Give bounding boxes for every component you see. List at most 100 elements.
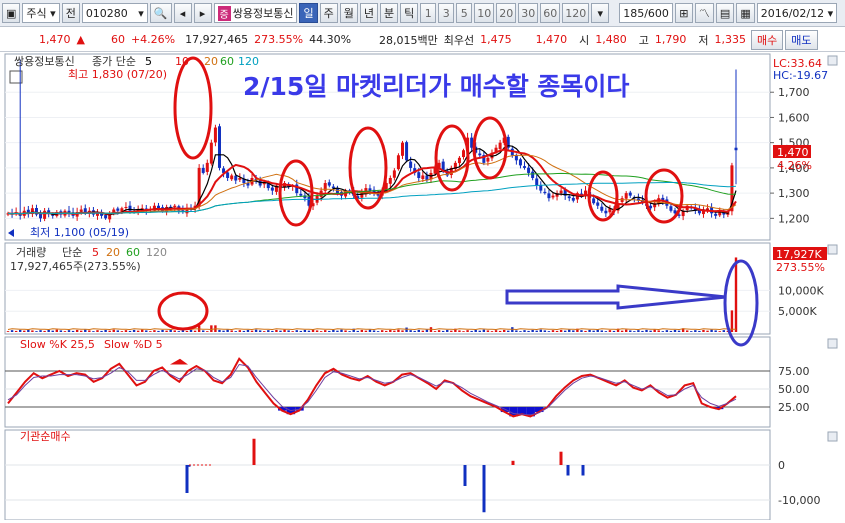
period-tab-tick[interactable]: 틱 <box>400 3 419 23</box>
period-tab-week[interactable]: 주 <box>319 3 338 23</box>
volume-bar <box>462 331 465 332</box>
price-y-tick-label: 1,600 <box>778 111 810 124</box>
volume-bar <box>210 325 213 332</box>
interval-120[interactable]: 120 <box>562 3 590 23</box>
volume-bar <box>324 330 327 332</box>
volume-bar <box>254 329 258 332</box>
candle-body <box>388 177 392 184</box>
date-input[interactable]: 2016/02/12 ▾ <box>756 3 838 23</box>
volume-bar <box>645 329 648 332</box>
low-label: 저 <box>698 33 709 47</box>
fit-icon[interactable]: ⊞ <box>674 3 693 23</box>
interval-1[interactable]: 1 <box>420 3 437 23</box>
candle-body <box>567 196 571 199</box>
period-tab-year[interactable]: 년 <box>359 3 378 23</box>
volume-ma-line <box>7 328 737 331</box>
priority-label: 최우선 <box>443 33 475 47</box>
volume-bar <box>389 329 392 332</box>
volume-bar <box>633 331 636 332</box>
search-icon[interactable]: 🔍 <box>149 3 172 23</box>
chart-area[interactable]: 1,200 1,300 1,400 1,500 1,600 1,700 5,000K 10,0… <box>0 53 845 521</box>
volume-bar <box>185 330 189 332</box>
window-icon[interactable]: ▣ <box>2 3 21 23</box>
period-tab-minute[interactable]: 분 <box>379 3 399 23</box>
next-stock-icon[interactable]: ▸ <box>193 3 212 23</box>
candle-body <box>547 193 551 199</box>
candle-body <box>209 142 213 164</box>
price-change-pct: +4.26% <box>130 33 176 46</box>
volume-bar <box>624 329 628 332</box>
interval-10[interactable]: 10 <box>474 3 495 23</box>
volume-bar <box>161 329 164 332</box>
volume-bar <box>657 330 660 332</box>
interval-60[interactable]: 60 <box>540 3 561 23</box>
view-toggle-button[interactable]: 전 <box>61 3 80 23</box>
volume-bar <box>47 329 50 332</box>
save-icon[interactable]: ▤ <box>715 3 735 23</box>
volume-bar <box>51 330 54 332</box>
candle-body <box>270 187 274 191</box>
market-select[interactable]: 주식 ▾ <box>22 3 60 23</box>
volume-bar <box>563 330 567 332</box>
inst-bar <box>185 465 189 493</box>
volume-bar <box>84 329 87 332</box>
volume-bar <box>39 330 42 332</box>
candle-body <box>628 192 632 196</box>
stock-code-input[interactable]: 010280 ▾ <box>81 3 148 23</box>
volume-bar <box>295 330 298 332</box>
current-price-tag-label: 1,470 <box>777 146 809 159</box>
volume-bar <box>698 330 701 332</box>
candle-body <box>417 172 421 178</box>
interval-dropdown[interactable]: ▾ <box>591 3 610 23</box>
volume-bar <box>149 331 152 332</box>
chart-toolbar: ▣ 주식 ▾ 전 010280 ▾ 🔍 ◂ ▸ 증 쌍용정보통신 일 주 월 년 분… <box>0 0 845 27</box>
volume-bar <box>267 330 270 332</box>
volume-ratio: 273.55% <box>254 33 304 46</box>
inst-bar <box>581 465 585 476</box>
volume-bar <box>31 330 34 332</box>
volume-bar <box>59 330 63 332</box>
stoch-pane-title-d: Slow %D 5 <box>104 338 163 351</box>
volume-bar <box>572 330 575 332</box>
volume-bar <box>35 331 38 332</box>
candle-body <box>173 205 177 207</box>
interval-20[interactable]: 20 <box>496 3 517 23</box>
lock-icon[interactable]: ▦ <box>736 3 755 23</box>
indicator-icon[interactable]: 〽 <box>694 3 714 23</box>
pane-close-icon <box>827 55 838 66</box>
volume-bar <box>531 329 534 332</box>
volume-bar <box>75 329 79 332</box>
volume-bar <box>734 257 738 332</box>
candle-body <box>217 126 221 168</box>
volume-bar <box>527 330 530 332</box>
candle-body <box>226 172 230 178</box>
candle-body <box>571 197 575 201</box>
stock-name-box: 증 쌍용정보통신 <box>213 3 298 23</box>
ma-legend-20: 20 <box>204 55 218 68</box>
candle-body <box>401 142 405 156</box>
volume-bar <box>88 330 91 332</box>
volume-bar <box>128 330 132 332</box>
volume-bar <box>92 331 95 332</box>
volume-bar <box>246 329 250 332</box>
buy-button[interactable]: 매수 <box>751 29 784 50</box>
prev-stock-icon[interactable]: ◂ <box>173 3 192 23</box>
inst-y-tick-label: -10,000 <box>778 494 820 507</box>
volume-bar <box>153 330 156 332</box>
display-count-input[interactable]: 185/600 <box>619 3 673 23</box>
interval-5[interactable]: 5 <box>456 3 473 23</box>
volume-bar <box>55 329 59 332</box>
period-tab-month[interactable]: 월 <box>339 3 358 23</box>
volume-bar <box>372 330 376 332</box>
sell-button[interactable]: 매도 <box>785 29 818 50</box>
period-tab-day[interactable]: 일 <box>299 3 318 23</box>
volume-bar <box>690 331 693 332</box>
interval-30[interactable]: 30 <box>518 3 539 23</box>
volume-bar <box>116 330 120 332</box>
candle-body <box>457 157 461 164</box>
interval-3[interactable]: 3 <box>438 3 455 23</box>
stock-chart[interactable]: 1,2001,3001,4001,5001,6001,7005,000K10,0… <box>0 53 845 521</box>
volume-bar <box>279 330 282 332</box>
volume-bar <box>539 329 542 332</box>
volume-bar <box>641 330 644 332</box>
